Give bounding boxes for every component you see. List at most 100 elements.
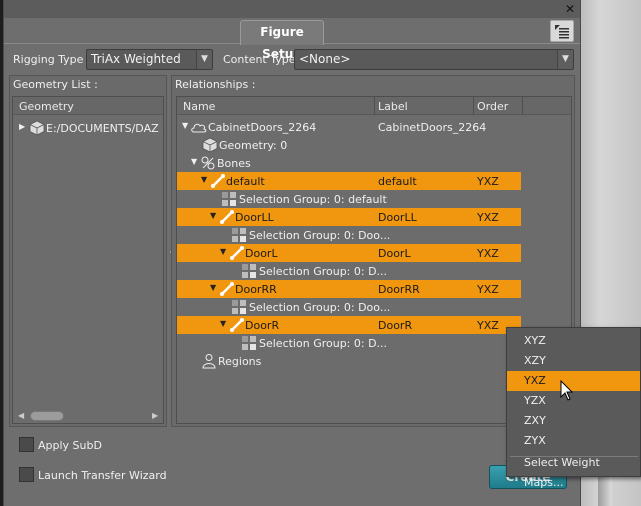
- collapse-arrow-icon[interactable]: ▼: [201, 175, 210, 184]
- column-name[interactable]: Name: [183, 100, 215, 113]
- row-label: DoorRR: [378, 283, 420, 296]
- row-name: DoorRR: [235, 283, 277, 296]
- geometry-list-item[interactable]: ▶ E:/DOCUMENTS/DAZ 3D/: [13, 119, 163, 137]
- menu-item-select-weight-maps[interactable]: Select Weight Maps...: [507, 453, 640, 489]
- regions-person-icon: [202, 354, 216, 369]
- selection-group-icon: [222, 192, 236, 206]
- row-name: DoorLL: [235, 211, 274, 224]
- tree-row-selection-group[interactable]: Selection Group: 0: Doo...: [177, 226, 571, 244]
- rotation-order-menu: XYZ XZY YXZ YZX ZXY ZYX Select Weight Ma…: [506, 327, 641, 489]
- collapse-arrow-icon[interactable]: ▼: [220, 247, 229, 256]
- row-name: Selection Group: 0: default: [239, 193, 387, 206]
- expand-arrow-icon[interactable]: ▶: [19, 122, 28, 131]
- row-order[interactable]: YXZ: [477, 283, 499, 296]
- tree-row-bone-doorr[interactable]: ▼ DoorR DoorR YXZ: [177, 316, 521, 334]
- geometry-list-view: Geometry ▶ E:/DOCUMENTS/DAZ 3D/: [12, 96, 164, 424]
- row-label: DoorLL: [378, 211, 417, 224]
- row-label: DoorR: [378, 319, 413, 332]
- row-order[interactable]: YXZ: [477, 247, 499, 260]
- menu-item-zxy[interactable]: ZXY: [507, 411, 640, 431]
- apply-subd-label: Apply SubD: [38, 439, 102, 452]
- row-name: DoorR: [245, 319, 280, 332]
- geometry-cube-icon: [202, 137, 218, 153]
- column-label[interactable]: Label: [378, 100, 408, 113]
- mouse-cursor-icon: [560, 380, 574, 401]
- relationships-title: Relationships :: [175, 78, 256, 91]
- figure-cloud-icon: [191, 123, 207, 133]
- tree-row-bone-default[interactable]: ▼ default default YXZ: [177, 172, 521, 190]
- tree-row-bones[interactable]: ▼ Bones: [177, 154, 571, 172]
- geometry-column-label: Geometry: [19, 100, 74, 113]
- launch-transfer-wizard-label: Launch Transfer Wizard: [38, 469, 167, 482]
- menu-item-xzy[interactable]: XZY: [507, 351, 640, 371]
- rigging-type-label: Rigging Type :: [13, 53, 91, 66]
- row-name: Selection Group: 0: Doo...: [249, 229, 391, 242]
- menu-icon: [555, 25, 569, 39]
- collapse-arrow-icon[interactable]: ▼: [182, 121, 191, 130]
- row-name: Selection Group: 0: Doo...: [249, 301, 391, 314]
- row-name: Selection Group: 0: D...: [259, 265, 388, 278]
- row-name: default: [226, 175, 265, 188]
- pane-menu-button[interactable]: [550, 20, 574, 42]
- figure-setup-window: ✕ Figure Setup Rigging Type : TriAx Weig…: [3, 0, 581, 506]
- bone-icon: [230, 246, 244, 260]
- content-type-value: <None>: [299, 52, 351, 66]
- collapse-arrow-icon[interactable]: ▼: [210, 283, 219, 292]
- selection-group-icon: [242, 336, 256, 350]
- row-label: DoorL: [378, 247, 411, 260]
- bone-icon: [220, 210, 234, 224]
- tree-row-bone-doorll[interactable]: ▼ DoorLL DoorLL YXZ: [177, 208, 521, 226]
- content-type-label: Content Type :: [223, 53, 303, 66]
- column-divider[interactable]: [522, 97, 523, 115]
- apply-subd-checkbox[interactable]: [19, 437, 34, 452]
- scroll-right-icon[interactable]: ▶: [152, 411, 158, 420]
- tree-row-selection-group[interactable]: Selection Group: 0: D...: [177, 262, 571, 280]
- chevron-down-icon: ▼: [557, 50, 573, 69]
- tree-row-geometry[interactable]: Geometry: 0: [177, 136, 571, 154]
- title-strip: ✕: [4, 0, 580, 18]
- tree-row-bone-doorrr[interactable]: ▼ DoorRR DoorRR YXZ: [177, 280, 521, 298]
- menu-item-zyx[interactable]: ZYX: [507, 431, 640, 451]
- setup-toolbar: Rigging Type : TriAx Weighted ▼ Content …: [11, 47, 575, 73]
- row-name: DoorL: [245, 247, 278, 260]
- geometry-column-header[interactable]: Geometry: [13, 97, 163, 115]
- bone-icon: [220, 282, 234, 296]
- row-order[interactable]: YXZ: [477, 319, 499, 332]
- bones-icon: [201, 156, 215, 170]
- scroll-thumb[interactable]: [30, 411, 64, 421]
- row-order[interactable]: YXZ: [477, 175, 499, 188]
- row-name: Regions: [218, 355, 262, 368]
- row-name: Bones: [217, 157, 251, 170]
- geometry-path: E:/DOCUMENTS/DAZ 3D/: [46, 122, 163, 135]
- row-label: default: [378, 175, 417, 188]
- content-type-select[interactable]: <None> ▼: [294, 49, 574, 70]
- row-order[interactable]: YXZ: [477, 211, 499, 224]
- launch-transfer-wizard-checkbox[interactable]: [19, 467, 34, 482]
- tree-row-selection-group[interactable]: Selection Group: 0: Doo...: [177, 298, 571, 316]
- geometry-cube-icon: [29, 120, 45, 136]
- bone-icon: [211, 174, 225, 188]
- selection-group-icon: [232, 300, 246, 314]
- tab-bar: Figure Setup: [4, 18, 580, 61]
- tab-figure-setup[interactable]: Figure Setup: [240, 20, 324, 61]
- tree-row-selection-group[interactable]: Selection Group: 0: default: [177, 190, 571, 208]
- close-icon[interactable]: ✕: [564, 3, 576, 15]
- geometry-list-title: Geometry List :: [13, 78, 98, 91]
- column-divider[interactable]: [473, 97, 474, 115]
- column-order[interactable]: Order: [477, 100, 508, 113]
- scroll-left-icon[interactable]: ◀: [18, 411, 24, 420]
- chevron-down-icon: ▼: [196, 50, 212, 69]
- collapse-arrow-icon[interactable]: ▼: [220, 319, 229, 328]
- selection-group-icon: [242, 264, 256, 278]
- rigging-type-select[interactable]: TriAx Weighted ▼: [86, 49, 213, 70]
- geometry-scrollbar[interactable]: ◀ ▶: [18, 410, 158, 422]
- relationships-header: Name Label Order: [177, 97, 571, 115]
- menu-item-xyz[interactable]: XYZ: [507, 331, 640, 351]
- collapse-arrow-icon[interactable]: ▼: [210, 211, 219, 220]
- geometry-list-pane: Geometry List : Geometry ▶ E:/DOCUMENTS/…: [9, 75, 167, 427]
- collapse-arrow-icon[interactable]: ▼: [191, 157, 200, 166]
- row-name: Geometry: 0: [219, 139, 288, 152]
- tree-row-bone-doorl[interactable]: ▼ DoorL DoorL YXZ: [177, 244, 521, 262]
- tree-row-figure[interactable]: ▼ CabinetDoors_2264 CabinetDoors_2264: [177, 118, 571, 136]
- column-divider[interactable]: [374, 97, 375, 115]
